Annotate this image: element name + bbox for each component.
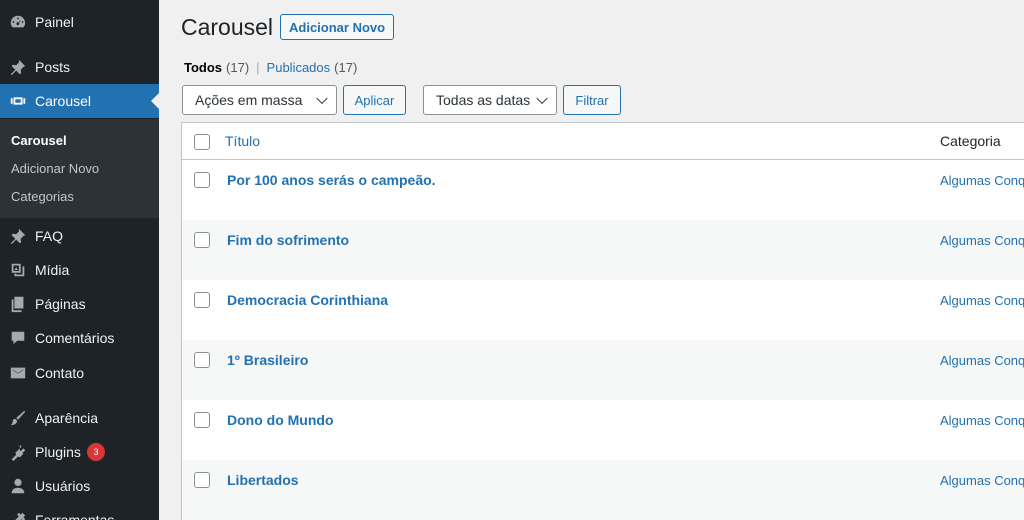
sidebar-item-label: Painel (35, 14, 74, 30)
mail-icon (8, 363, 28, 383)
bulk-actions-value: Ações em massa (195, 92, 303, 108)
sidebar-item-media[interactable]: Mídia (0, 253, 159, 287)
row-category-link[interactable]: Algumas Conquistas (940, 173, 1024, 188)
sidebar-item-label: FAQ (35, 228, 64, 244)
row-title-link[interactable]: Fim do sofrimento (227, 232, 349, 248)
submenu-item-add-new[interactable]: Adicionar Novo (11, 161, 99, 176)
row-checkbox[interactable] (194, 172, 210, 188)
tools-icon (8, 510, 28, 520)
row-title-link[interactable]: Democracia Corinthiana (227, 292, 388, 308)
sidebar-item-faq[interactable]: FAQ (0, 219, 159, 253)
row-category-link[interactable]: Algumas Conquistas (940, 293, 1024, 308)
sidebar-item-label: Comentários (35, 330, 115, 346)
view-all-count: (17) (226, 60, 250, 75)
sidebar-item-comments[interactable]: Comentários (0, 321, 159, 355)
media-icon (8, 260, 28, 280)
row-title-link[interactable]: Por 100 anos serás o campeão. (227, 172, 436, 188)
sidebar-item-label: Páginas (35, 296, 86, 312)
brush-icon (8, 408, 28, 428)
user-icon (8, 476, 28, 496)
plugin-icon (8, 442, 28, 462)
sidebar-item-carousel[interactable]: Carousel (0, 84, 159, 118)
sidebar-item-appearance[interactable]: Aparência (0, 401, 159, 435)
pin-icon (8, 57, 28, 77)
date-filter-value: Todas as datas (436, 92, 531, 108)
row-title-link[interactable]: 1º Brasileiro (227, 352, 308, 368)
view-published-count: (17) (334, 60, 358, 75)
date-filter-select[interactable]: Todas as datas (423, 85, 557, 115)
sidebar-item-label: Ferramentas (35, 512, 115, 520)
filter-button[interactable]: Filtrar (563, 85, 621, 115)
pages-icon (8, 294, 28, 314)
pin-icon (8, 226, 28, 246)
table-row: 1º Brasileiro Algumas Conquistas (182, 340, 1024, 400)
sidebar-item-plugins[interactable]: Plugins 3 (0, 435, 159, 469)
admin-sidebar: Painel Posts Carousel Carousel Adicionar… (0, 0, 159, 520)
submenu-item-carousel[interactable]: Carousel (11, 133, 67, 148)
dashboard-icon (8, 12, 28, 32)
comment-icon (8, 328, 28, 348)
row-checkbox[interactable] (194, 352, 210, 368)
sidebar-item-pages[interactable]: Páginas (0, 287, 159, 321)
row-category-link[interactable]: Algumas Conquistas (940, 473, 1024, 488)
row-title-link[interactable]: Libertados (227, 472, 299, 488)
add-new-button[interactable]: Adicionar Novo (280, 14, 395, 40)
row-title-link[interactable]: Dono do Mundo (227, 412, 334, 428)
table-row: Fim do sofrimento Algumas Conquistas (182, 220, 1024, 280)
apply-button[interactable]: Aplicar (343, 85, 406, 115)
table-header: Título Categoria (182, 123, 1024, 160)
submenu-item-categories[interactable]: Categorias (11, 189, 74, 204)
sidebar-item-label: Posts (35, 59, 71, 75)
sidebar-item-label: Contato (35, 365, 85, 381)
status-views: Todos (17) | Publicados (17) (184, 60, 357, 75)
row-category-link[interactable]: Algumas Conquistas (940, 413, 1024, 428)
row-checkbox[interactable] (194, 292, 210, 308)
row-checkbox[interactable] (194, 472, 210, 488)
chevron-down-icon (536, 92, 548, 105)
current-menu-arrow (151, 93, 159, 109)
column-category-header: Categoria (940, 133, 1001, 149)
table-row: Por 100 anos serás o campeão. Algumas Co… (182, 160, 1024, 220)
table-row: Dono do Mundo Algumas Conquistas (182, 400, 1024, 460)
sidebar-item-users[interactable]: Usuários (0, 469, 159, 503)
row-checkbox[interactable] (194, 232, 210, 248)
views-separator: | (256, 60, 260, 75)
view-all-link[interactable]: Todos (184, 60, 222, 75)
sidebar-item-posts[interactable]: Posts (0, 50, 159, 84)
sidebar-item-label: Usuários (35, 478, 91, 494)
row-checkbox[interactable] (194, 412, 210, 428)
row-category-link[interactable]: Algumas Conquistas (940, 353, 1024, 368)
sidebar-item-label: Plugins (35, 444, 81, 460)
select-all-checkbox[interactable] (194, 134, 210, 150)
sidebar-item-contact[interactable]: Contato (0, 356, 159, 390)
page-title: Carousel (181, 14, 274, 40)
sidebar-item-label: Aparência (35, 410, 99, 426)
table-row: Libertados Algumas Conquistas (182, 460, 1024, 520)
view-published-link[interactable]: Publicados (267, 60, 331, 75)
table-row: Democracia Corinthiana Algumas Conquista… (182, 280, 1024, 340)
sidebar-item-tools[interactable]: Ferramentas (0, 503, 159, 520)
chevron-down-icon (316, 92, 328, 105)
update-count-badge: 3 (87, 443, 105, 461)
bulk-actions-select[interactable]: Ações em massa (182, 85, 337, 115)
column-title-header[interactable]: Título (225, 133, 260, 149)
row-category-link[interactable]: Algumas Conquistas (940, 233, 1024, 248)
posts-table: Título Categoria Por 100 anos serás o ca… (181, 122, 1024, 520)
carousel-submenu: Carousel Adicionar Novo Categorias (0, 119, 159, 218)
carousel-icon (8, 91, 28, 111)
sidebar-item-label: Mídia (35, 262, 70, 278)
sidebar-item-label: Carousel (35, 93, 92, 109)
sidebar-item-painel[interactable]: Painel (0, 5, 159, 39)
